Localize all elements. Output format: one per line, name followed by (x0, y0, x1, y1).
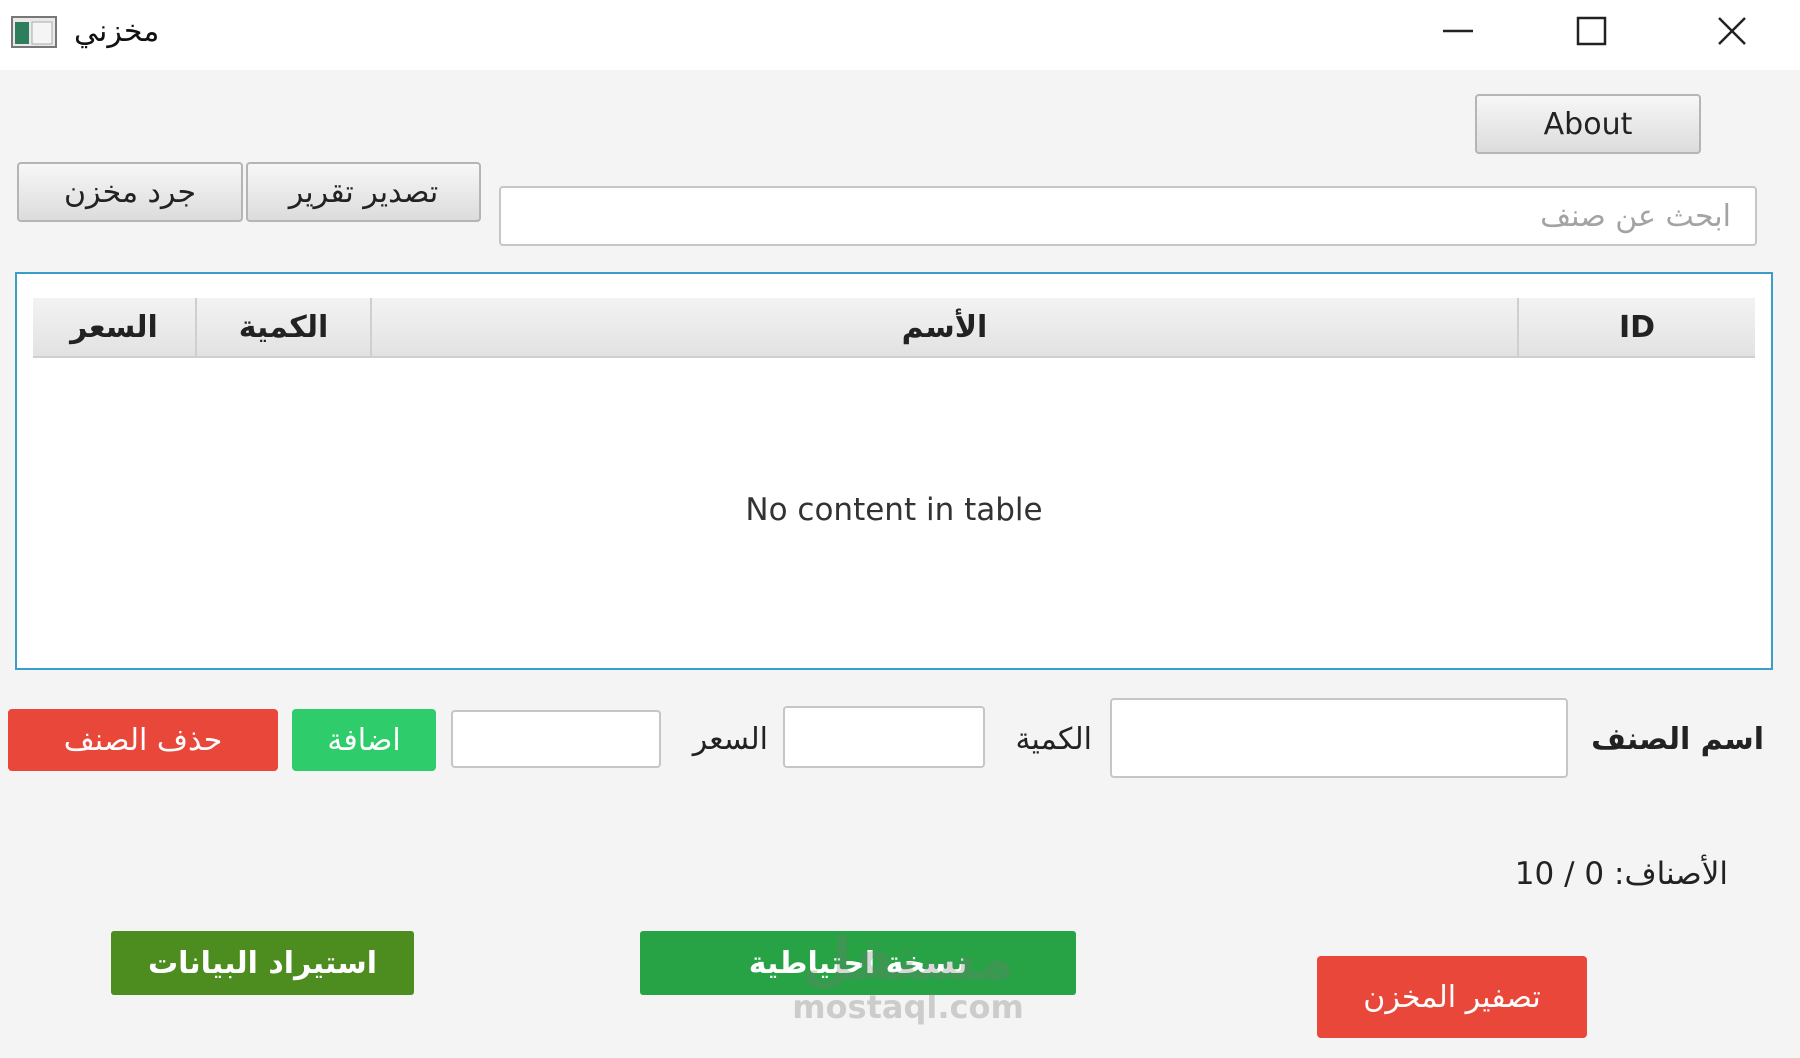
app-window: مخزني About تصدير تقرير جرد مخزن السعر ا… (0, 0, 1800, 1058)
minimize-icon (1441, 14, 1475, 52)
restore-data-button[interactable]: استيراد البيانات (111, 931, 414, 995)
quantity-field[interactable] (783, 706, 985, 768)
search-input[interactable] (499, 186, 1757, 246)
add-item-button[interactable]: اضافة (292, 709, 436, 771)
export-report-button[interactable]: تصدير تقرير (246, 162, 481, 222)
table-empty-message: No content in table (745, 492, 1043, 528)
item-name-label: اسم الصنف (1591, 722, 1764, 757)
column-header-price[interactable]: السعر (33, 298, 197, 356)
backup-button[interactable]: نسخة احتياطية (640, 931, 1076, 995)
delete-item-button[interactable]: حذف الصنف (8, 709, 278, 771)
items-table[interactable]: السعر الكمية الأسم ID No content in tabl… (15, 272, 1773, 670)
column-header-id[interactable]: ID (1519, 298, 1755, 356)
table-header: السعر الكمية الأسم ID (33, 298, 1755, 358)
column-header-quantity[interactable]: الكمية (197, 298, 372, 356)
price-label: السعر (692, 722, 768, 757)
minimize-button[interactable] (1398, 0, 1518, 66)
quantity-label: الكمية (1015, 722, 1092, 757)
column-header-name[interactable]: الأسم (372, 298, 1519, 356)
app-window-icon (10, 14, 58, 50)
window-title: مخزني (74, 14, 160, 49)
items-count-text: الأصناف: 0 / 10 (1514, 856, 1728, 892)
about-button[interactable]: About (1475, 94, 1701, 154)
close-button[interactable] (1672, 0, 1792, 66)
title-bar: مخزني (0, 0, 1800, 70)
inventory-count-button[interactable]: جرد مخزن (17, 162, 243, 222)
maximize-button[interactable] (1532, 0, 1652, 66)
reset-inventory-button[interactable]: تصفير المخزن (1317, 956, 1587, 1038)
price-field[interactable] (451, 710, 661, 768)
item-name-field[interactable] (1110, 698, 1568, 778)
maximize-icon (1575, 14, 1609, 52)
close-icon (1715, 14, 1749, 52)
